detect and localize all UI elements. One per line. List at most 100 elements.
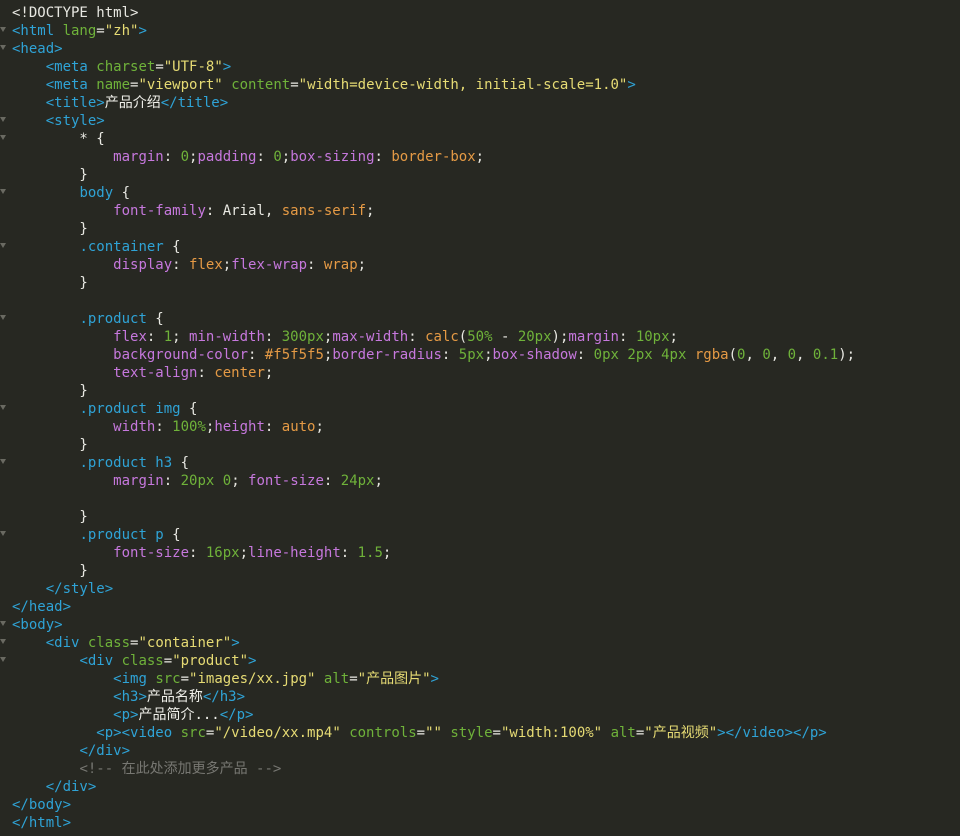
code-token-punc: { [163,239,181,255]
code-token-attr: name [96,77,131,93]
fold-arrow-icon[interactable] [0,459,6,464]
code-line[interactable] [0,490,960,508]
code-token-punc: } [12,167,88,183]
code-token-val: center [214,365,265,381]
code-line[interactable]: .product img { [0,400,960,418]
code-token-str: "产品图片" [357,671,431,687]
code-line[interactable]: .container { [0,238,960,256]
code-line[interactable]: <style> [0,112,960,130]
fold-arrow-icon[interactable] [0,405,6,410]
code-line[interactable]: background-color: #f5f5f5; border-radius:… [0,346,960,364]
code-line[interactable]: <meta name="viewport" content="width=dev… [0,76,960,94]
code-token-num: 20px [180,473,215,489]
code-token-punc: { [113,185,131,201]
code-line[interactable]: </div> [0,778,960,796]
code-line[interactable]: } [0,220,960,238]
code-line[interactable]: <div class="product"> [0,652,960,670]
code-token-punc [12,527,79,543]
code-line[interactable]: </html> [0,814,960,832]
fold-arrow-icon[interactable] [0,45,6,50]
code-token-str: "images/xx.jpg" [189,671,316,687]
code-line[interactable]: </style> [0,580,960,598]
code-token-punc [12,545,113,561]
code-token-prop: min-width [189,329,265,345]
code-line[interactable]: width: 100%;height: auto; [0,418,960,436]
fold-arrow-icon[interactable] [0,243,6,248]
code-token-str: "viewport" [138,77,223,93]
code-line[interactable]: <!-- 在此处添加更多产品 --> [0,760,960,778]
code-line[interactable]: font-family: Arial, sans-serif; [0,202,960,220]
code-line[interactable]: <title>产品介绍</title> [0,94,960,112]
code-token-punc: { [172,455,190,471]
code-line[interactable]: text-align: center; [0,364,960,382]
code-line[interactable]: <h3>产品名称</h3> [0,688,960,706]
fold-arrow-icon[interactable] [0,315,6,320]
code-token-punc: ); [838,347,856,363]
code-line[interactable]: <div class="container"> [0,634,960,652]
code-line[interactable]: } [0,166,960,184]
code-line[interactable]: } [0,508,960,526]
code-token-tag: <head> [12,41,63,57]
code-line[interactable]: <img src="images/xx.jpg" alt="产品图片"> [0,670,960,688]
code-token-punc [12,725,96,741]
code-line[interactable]: <p>产品简介...</p> [0,706,960,724]
code-token-punc: : [172,257,190,273]
code-line[interactable]: body { [0,184,960,202]
code-token-punc: = [290,77,299,93]
code-token-punc [653,347,661,363]
code-line[interactable]: flex: 1; min-width: 300px; max-width: cal… [0,328,960,346]
code-line[interactable] [0,292,960,310]
code-line[interactable]: margin: 0;padding: 0;box-sizing: border-… [0,148,960,166]
fold-arrow-icon[interactable] [0,117,6,122]
code-token-tag: <html [12,23,63,39]
code-token-prop: margin [113,473,164,489]
code-line[interactable]: <meta charset="UTF-8"> [0,58,960,76]
code-line[interactable]: <!DOCTYPE html> [0,4,960,22]
code-token-tag: > [430,671,439,687]
code-token-prop: padding [197,149,257,165]
code-line[interactable]: <head> [0,40,960,58]
code-line[interactable]: .product { [0,310,960,328]
code-line[interactable]: } [0,436,960,454]
code-line[interactable]: } [0,274,960,292]
code-token-punc: ; [357,257,367,273]
fold-arrow-icon[interactable] [0,135,6,140]
code-line[interactable]: * { [0,130,960,148]
code-token-prop: box-shadow [492,347,577,363]
fold-arrow-icon[interactable] [0,531,6,536]
code-line[interactable]: margin: 20px 0; font-size: 24px; [0,472,960,490]
code-token-text: 产品名称 [146,689,203,705]
code-editor[interactable]: <!DOCTYPE html> <html lang="zh"> <head> <m… [0,0,960,836]
code-line[interactable]: font-size: 16px;line-height: 1.5; [0,544,960,562]
code-token-comment: <!-- 在此处添加更多产品 --> [79,761,282,777]
code-token-punc: ; [315,419,324,435]
code-token-num: 2px [627,347,653,363]
code-line[interactable]: <html lang="zh"> [0,22,960,40]
code-token-punc: } [12,221,88,237]
fold-arrow-icon[interactable] [0,189,6,194]
code-token-sel: .product h3 [79,455,173,471]
code-line[interactable]: <p><video src="/video/xx.mp4" controls="… [0,724,960,742]
code-token-tag: <title> [45,95,105,111]
fold-arrow-icon[interactable] [0,639,6,644]
code-token-attr: style [450,725,493,741]
code-line[interactable]: </div> [0,742,960,760]
code-token-punc: : [576,347,594,363]
code-token-num: 0 [273,149,282,165]
code-line[interactable]: .product h3 { [0,454,960,472]
code-line[interactable]: } [0,382,960,400]
code-token-punc [12,401,79,417]
fold-arrow-icon[interactable] [0,27,6,32]
code-token-punc: = [416,725,426,741]
code-line[interactable]: display: flex;flex-wrap: wrap; [0,256,960,274]
code-token-punc [12,743,79,759]
code-line[interactable]: </head> [0,598,960,616]
code-line[interactable]: </body> [0,796,960,814]
fold-arrow-icon[interactable] [0,621,6,626]
code-token-punc [12,365,113,381]
code-token-val: calc [425,329,459,345]
code-line[interactable]: <body> [0,616,960,634]
code-line[interactable]: .product p { [0,526,960,544]
code-line[interactable]: } [0,562,960,580]
fold-arrow-icon[interactable] [0,657,6,662]
